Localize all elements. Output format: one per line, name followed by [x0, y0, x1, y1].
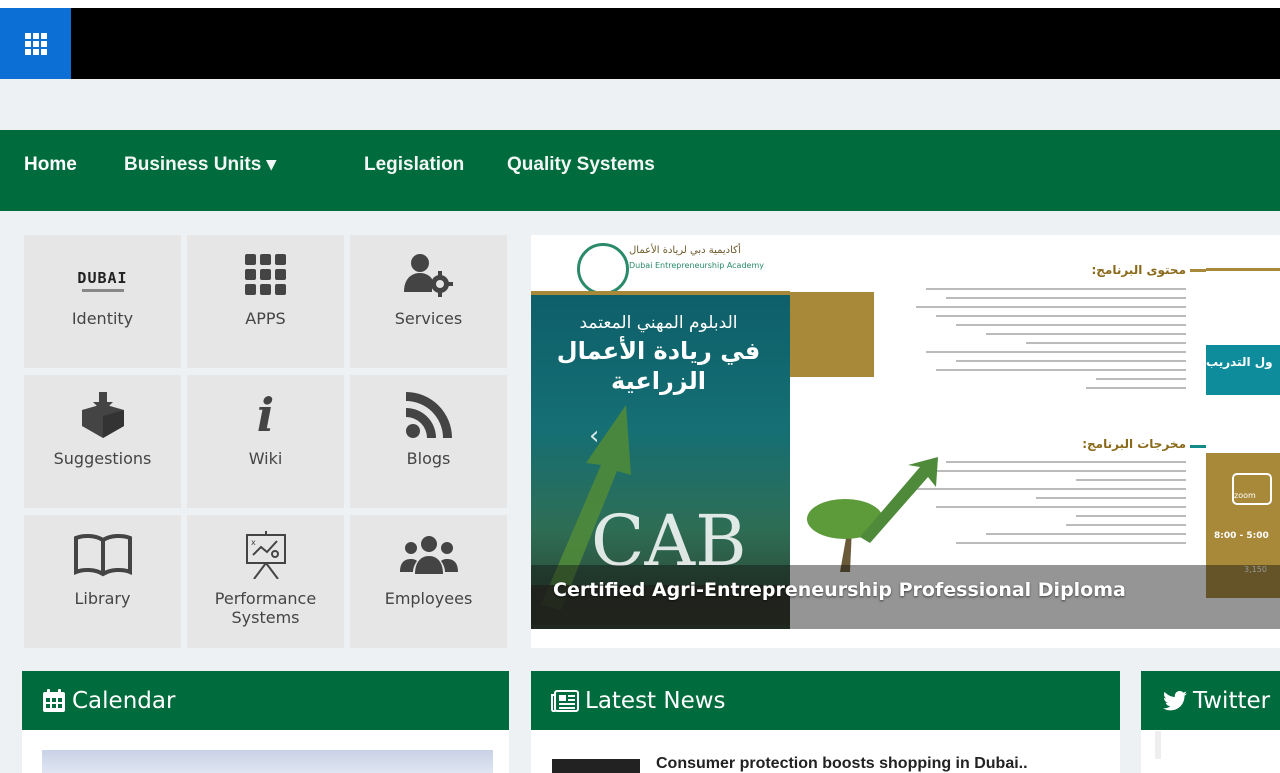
waffle-icon: [24, 32, 47, 55]
dubai-logo: DUBAI: [77, 251, 127, 299]
top-strip: [0, 0, 1280, 8]
tile-services[interactable]: Services: [350, 235, 507, 368]
app-launcher-button[interactable]: [0, 8, 71, 79]
program-content-list: [916, 285, 1186, 396]
presentation-board-icon: x: [244, 531, 288, 579]
info-icon: i: [256, 388, 275, 442]
zoom-logo: [1232, 473, 1272, 505]
newspaper-icon: [551, 689, 579, 712]
tile-identity[interactable]: DUBAI Identity: [24, 235, 181, 368]
tile-blogs[interactable]: Blogs: [350, 375, 507, 508]
rss-icon: [405, 391, 452, 439]
main-navbar: Home Business Units ▾ Legislation Qualit…: [0, 130, 1280, 211]
top-bar: [0, 8, 1280, 79]
tile-suggestions[interactable]: Suggestions: [24, 375, 181, 508]
latest-news-panel-header: Latest News: [531, 671, 1120, 730]
twitter-panel: Twitter: [1141, 671, 1280, 773]
calendar-panel-header: Calendar: [22, 671, 509, 730]
latest-news-panel: Latest News Consumer protection boosts s…: [531, 671, 1120, 773]
nav-business-units[interactable]: Business Units ▾: [124, 130, 276, 211]
tile-performance-systems[interactable]: x Performance Systems: [187, 515, 344, 648]
academy-logo: [577, 243, 629, 295]
tile-employees[interactable]: Employees: [350, 515, 507, 648]
news-item-title[interactable]: Consumer protection boosts shopping in D…: [656, 755, 1028, 773]
program-outputs-list: [916, 461, 1186, 551]
carousel-prev-arrow[interactable]: ‹: [589, 421, 599, 451]
grid-icon: [244, 251, 287, 299]
tile-wiki[interactable]: i Wiki: [187, 375, 344, 508]
calendar-widget[interactable]: [42, 750, 493, 773]
user-gear-icon: [403, 251, 454, 299]
calendar-icon: [43, 688, 65, 712]
svg-text:x: x: [251, 538, 256, 547]
tree-growth-graphic: [807, 457, 938, 572]
quick-links-grid: DUBAI Identity APPS Services Suggestions…: [24, 235, 508, 649]
calendar-panel: Calendar: [22, 671, 509, 773]
twitter-panel-header: Twitter: [1141, 671, 1280, 730]
nav-legislation[interactable]: Legislation: [364, 130, 464, 211]
featured-banner-carousel[interactable]: أكاديمية دبي لريادة الأعمال Dubai Entrep…: [531, 235, 1280, 648]
book-icon: [73, 531, 133, 579]
nav-home[interactable]: Home: [24, 130, 77, 211]
nav-quality-systems[interactable]: Quality Systems: [507, 130, 655, 211]
tile-apps[interactable]: APPS: [187, 235, 344, 368]
users-icon: [399, 531, 458, 579]
twitter-icon: [1163, 690, 1187, 711]
tile-library[interactable]: Library: [24, 515, 181, 648]
slide-caption[interactable]: Certified Agri-Entrepreneurship Professi…: [553, 579, 1126, 601]
news-thumbnail[interactable]: [552, 759, 640, 773]
box-download-icon: [80, 391, 126, 439]
